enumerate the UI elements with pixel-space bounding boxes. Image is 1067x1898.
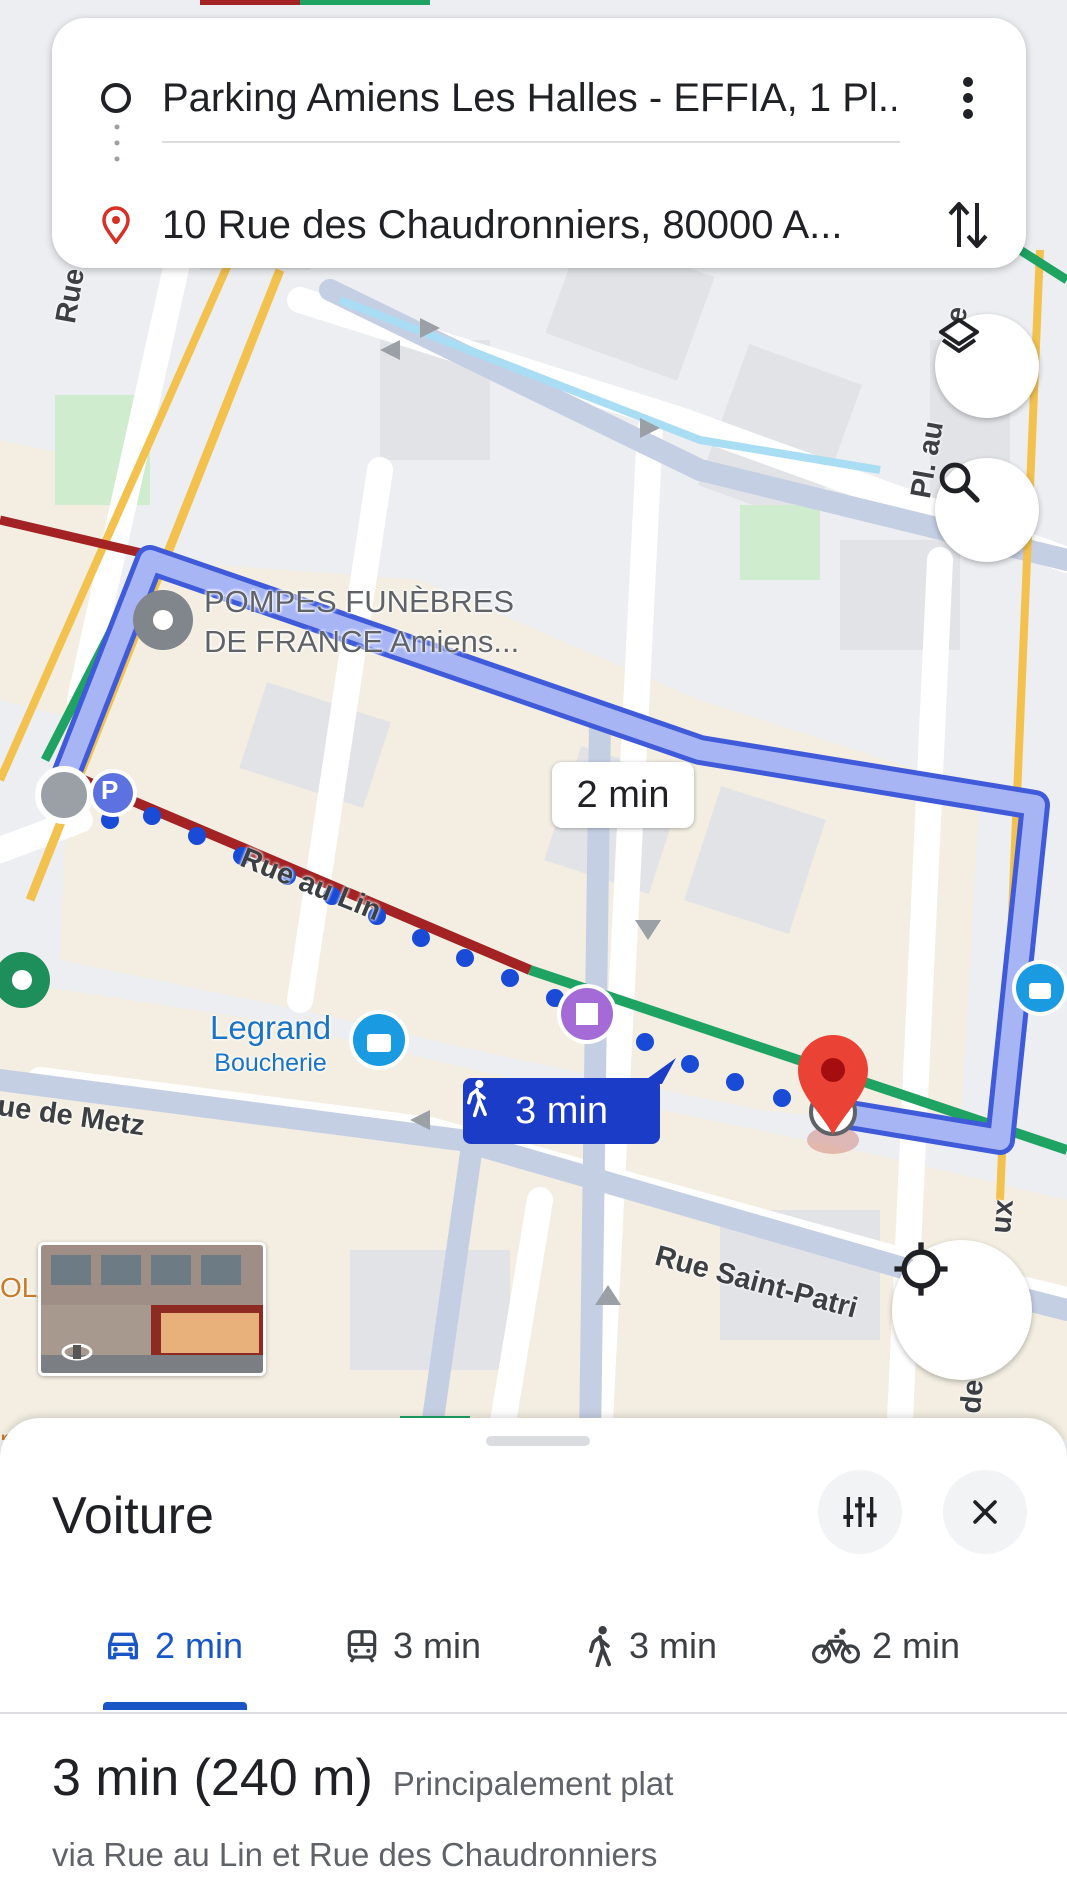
walk-icon: [588, 1626, 612, 1667]
street-label-ux: ux: [985, 1198, 1020, 1235]
destination-field[interactable]: 10 Rue des Chaudronniers, 80000 A...: [162, 203, 896, 248]
circle-outline-icon: [96, 78, 136, 118]
tab-bike-label: 2 min: [872, 1625, 961, 1666]
street-view-thumbnail[interactable]: [38, 1242, 266, 1376]
transit-icon: [347, 1630, 377, 1663]
bike-icon: [812, 1628, 860, 1664]
directions-sheet: Voiture 2 min 3 min 3 min 2 min 3 min (2…: [0, 1418, 1067, 1898]
tab-car-label: 2 min: [155, 1625, 244, 1666]
origin-row[interactable]: Parking Amiens Les Halles - EFFIA, 1 Pl.…: [52, 53, 1026, 143]
walk-badge-pointer: [640, 1058, 676, 1084]
poi-legrand-name: Legrand: [210, 1009, 332, 1046]
destination-row[interactable]: 10 Rue des Chaudronniers, 80000 A...: [52, 180, 1026, 270]
my-location-icon: [894, 1242, 948, 1296]
tab-car[interactable]: 2 min: [103, 1578, 243, 1714]
sheet-drag-handle[interactable]: [486, 1436, 590, 1446]
more-vert-button[interactable]: [938, 68, 998, 128]
search-icon: [939, 462, 980, 503]
poi-pompes-funebres-line1: POMPES FUNÈBRES: [204, 584, 515, 619]
poi-pompes-funebres-line2: DE FRANCE Amiens...: [204, 624, 520, 659]
tab-walk[interactable]: 3 min: [583, 1578, 717, 1714]
close-icon: [973, 1500, 997, 1524]
poi-legrand-type: Boucherie: [214, 1049, 327, 1077]
route-connector-dots: [114, 124, 120, 162]
close-button[interactable]: [943, 1470, 1027, 1554]
swap-vertical-icon: [948, 202, 988, 248]
poi-legrand[interactable]: Legrand Boucherie: [210, 1008, 331, 1078]
tab-bike[interactable]: 2 min: [812, 1578, 960, 1714]
layers-icon: [939, 318, 979, 353]
search-button[interactable]: [935, 458, 1039, 562]
tab-transit[interactable]: 3 min: [343, 1578, 481, 1714]
layers-button[interactable]: [935, 314, 1039, 418]
swap-button[interactable]: [938, 195, 998, 255]
route-options-button[interactable]: [818, 1470, 902, 1554]
alt-route-time-badge[interactable]: 2 min: [552, 762, 694, 828]
route-card: Parking Amiens Les Halles - EFFIA, 1 Pl.…: [52, 18, 1026, 268]
tabs-divider: [0, 1712, 1067, 1714]
walk-time-badge[interactable]: 3 min: [463, 1078, 660, 1144]
parking-icon[interactable]: P: [101, 775, 118, 806]
street-view-rotate-icon: [61, 1343, 93, 1361]
alt-route-time: 2 min: [576, 773, 670, 816]
tab-walk-label: 3 min: [629, 1625, 718, 1666]
tab-transit-label: 3 min: [393, 1625, 482, 1666]
active-tab-indicator: [103, 1702, 247, 1710]
my-location-button[interactable]: [892, 1240, 1032, 1380]
origin-field[interactable]: Parking Amiens Les Halles - EFFIA, 1 Pl.…: [162, 76, 896, 121]
poi-pompes-funebres[interactable]: POMPES FUNÈBRES DE FRANCE Amiens...: [204, 582, 519, 662]
travel-mode-title: Voiture: [52, 1487, 214, 1545]
tune-icon: [843, 1497, 877, 1527]
street-label-de: de: [955, 1378, 990, 1415]
car-icon: [108, 1632, 138, 1660]
route-terrain-note: Principalement plat: [392, 1765, 674, 1802]
route-summary[interactable]: 3 min (240 m) Principalement plat: [52, 1748, 673, 1808]
card-divider: [162, 141, 900, 143]
more-vert-icon: [963, 77, 973, 119]
walk-time: 3 min: [515, 1089, 608, 1132]
walk-icon: [467, 1079, 487, 1118]
location-pin-icon: [96, 205, 136, 245]
route-duration-distance: 3 min (240 m): [52, 1749, 373, 1807]
travel-mode-tabs: 2 min 3 min 3 min 2 min: [0, 1578, 1067, 1714]
route-via: via Rue au Lin et Rue des Chaudronniers: [52, 1836, 658, 1873]
